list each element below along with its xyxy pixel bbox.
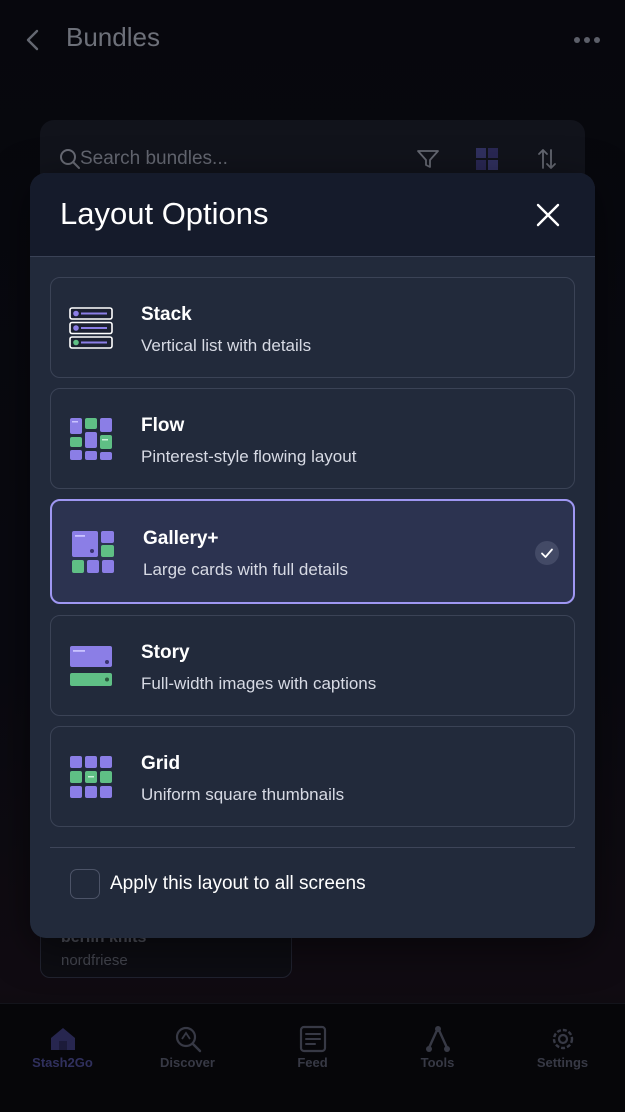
- option-title: Stack: [141, 304, 192, 325]
- close-icon: [536, 203, 560, 227]
- grid-layout-icon: [70, 756, 112, 798]
- option-description: Uniform square thumbnails: [141, 785, 345, 804]
- apply-all-checkbox[interactable]: [70, 869, 100, 899]
- flow-layout-icon: [70, 418, 112, 460]
- option-description: Large cards with full details: [143, 560, 349, 579]
- option-title: Flow: [141, 415, 185, 436]
- close-button[interactable]: [535, 202, 561, 228]
- modal-header: Layout Options: [30, 173, 595, 257]
- layout-option-grid[interactable]: Grid Uniform square thumbnails: [50, 726, 575, 827]
- layout-options-modal: Layout Options Stack Vertical list with …: [30, 173, 595, 938]
- option-title: Gallery+: [143, 528, 219, 549]
- layout-option-gallery-plus[interactable]: Gallery+ Large cards with full details: [50, 499, 575, 604]
- layout-option-story[interactable]: Story Full-width images with captions: [50, 615, 575, 716]
- stack-layout-icon: [69, 307, 113, 349]
- story-layout-icon: [70, 646, 112, 686]
- divider: [50, 847, 575, 848]
- option-title: Story: [141, 642, 190, 663]
- option-title: Grid: [141, 753, 181, 774]
- option-description: Pinterest-style flowing layout: [141, 447, 357, 466]
- option-description: Vertical list with details: [141, 336, 312, 355]
- selected-badge: [535, 541, 559, 565]
- checkmark-icon: [541, 548, 553, 558]
- modal-title: Layout Options: [60, 196, 269, 231]
- layout-option-stack[interactable]: Stack Vertical list with details: [50, 277, 575, 378]
- apply-all-label[interactable]: Apply this layout to all screens: [110, 873, 366, 895]
- option-description: Full-width images with captions: [141, 674, 377, 693]
- gallery-layout-icon: [72, 531, 114, 573]
- layout-option-flow[interactable]: Flow Pinterest-style flowing layout: [50, 388, 575, 489]
